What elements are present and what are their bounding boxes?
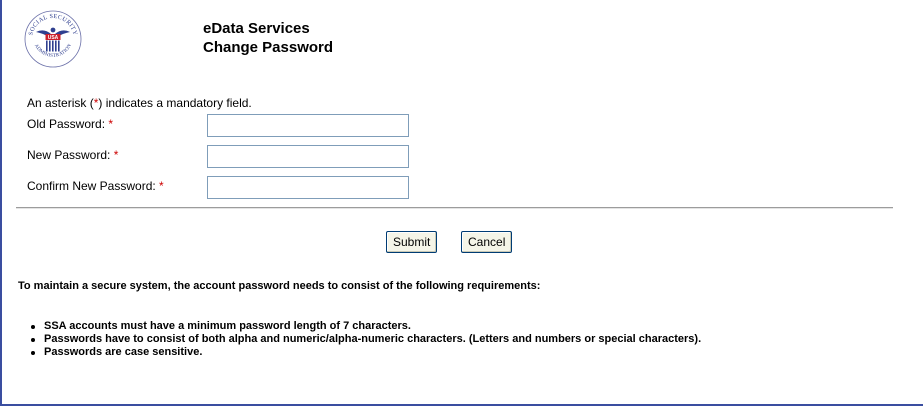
list-item: SSA accounts must have a minimum passwor…: [30, 320, 701, 333]
page-title: eData Services Change Password: [203, 19, 333, 57]
note-text-after: ) indicates a mandatory field.: [98, 96, 252, 110]
confirm-password-input[interactable]: [207, 176, 409, 199]
ssa-seal-logo: SOCIAL SECURITY ADMINISTRATION USA: [24, 10, 82, 68]
app-name: eData Services: [203, 20, 310, 37]
mandatory-field-note: An asterisk (*) indicates a mandatory fi…: [27, 96, 252, 110]
submit-button[interactable]: Submit: [386, 231, 438, 253]
svg-text:USA: USA: [48, 35, 59, 41]
list-item: Passwords have to consist of both alpha …: [30, 333, 701, 346]
note-text-before: An asterisk (: [27, 96, 94, 110]
old-password-input[interactable]: [207, 114, 409, 137]
old-password-label: Old Password: *: [27, 117, 114, 131]
cancel-button[interactable]: Cancel: [461, 231, 513, 253]
list-item: Passwords are case sensitive.: [30, 346, 701, 359]
form-divider: [16, 207, 893, 209]
new-password-input[interactable]: [207, 145, 409, 168]
page-heading: Change Password: [203, 39, 334, 56]
password-requirements-intro: To maintain a secure system, the account…: [18, 280, 541, 292]
new-password-label: New Password: *: [27, 148, 119, 162]
password-requirements-list: SSA accounts must have a minimum passwor…: [30, 320, 701, 359]
confirm-password-label: Confirm New Password: *: [27, 179, 164, 193]
